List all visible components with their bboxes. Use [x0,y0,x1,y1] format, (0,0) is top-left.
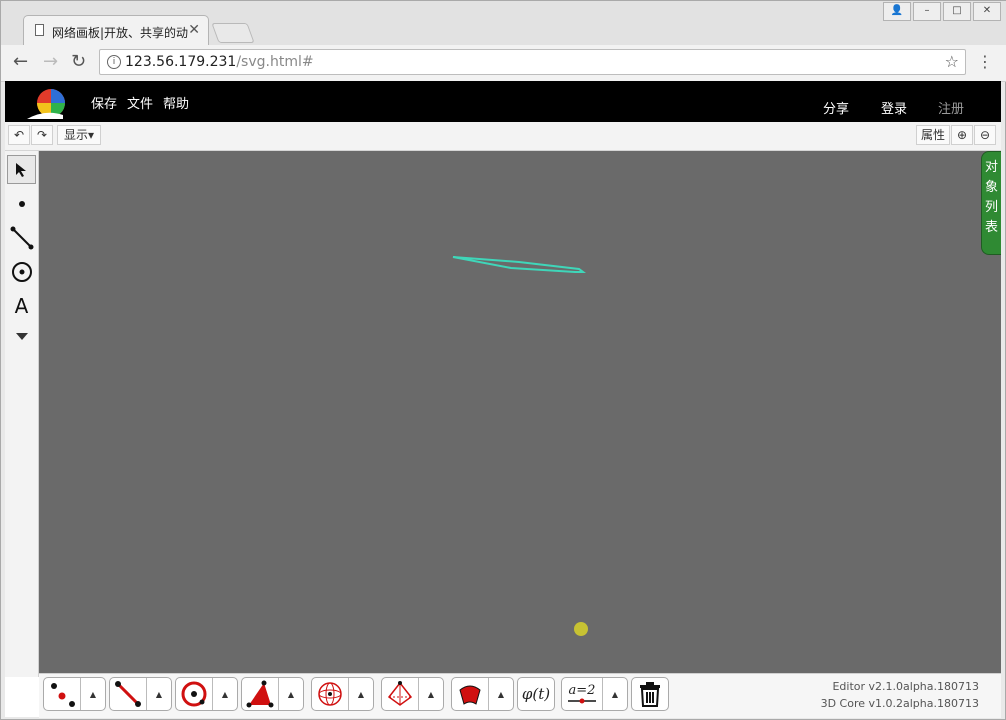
points-icon [51,683,75,707]
share-link[interactable]: 分享 [823,98,849,117]
app-root: 保存 文件 帮助 分享 登录 注册 ↶ ↷ 显示▾ 属性 ⊕ ⊖ A 对象列表 … [5,81,1001,718]
tab-close-icon[interactable]: ✕ [188,22,200,38]
zoom-in-icon[interactable]: ⊕ [951,125,973,145]
editor-version: Editor v2.1.0alpha.180713 [832,680,979,693]
curved-surface-tool-group[interactable]: ▲ [451,677,514,711]
main-menu: 保存 文件 帮助 [91,93,189,112]
polygon-dropdown[interactable]: ▲ [278,678,303,710]
circles-dropdown[interactable]: ▲ [212,678,237,710]
drawing-canvas[interactable]: 对象列表 [39,151,1001,677]
function-tool[interactable]: φ(t) [518,678,554,710]
pyramid-dropdown[interactable]: ▲ [418,678,443,710]
lines-tool[interactable] [110,678,146,710]
app-header: 保存 文件 帮助 分享 登录 注册 [5,81,1001,122]
canvas-drawing [452,256,588,636]
object-list-label: 对象列表 [984,160,998,235]
sub-toolbar: ↶ ↷ 显示▾ 属性 ⊕ ⊖ [5,122,1001,151]
points-tool-group[interactable]: ▲ [43,677,106,711]
object-list-tab[interactable]: 对象列表 [981,151,1001,255]
curved-surface-tool[interactable] [452,678,488,710]
close-window-button[interactable]: ✕ [973,2,1001,21]
url-input[interactable]: i 123.56.179.231/svg.html# ☆ [99,49,966,75]
circles-tool-group[interactable]: ▲ [175,677,238,711]
zoom-out-icon[interactable]: ⊖ [974,125,996,145]
minimize-button[interactable]: – [913,2,941,21]
display-dropdown[interactable]: 显示▾ [57,125,101,145]
segment-icon [10,226,33,249]
function-tool-group[interactable]: φ(t) [517,677,555,711]
info-icon[interactable]: i [107,55,121,69]
browser-window: 网络画板|开放、共享的动 ✕ 👤 – □ ✕ ← → ↻ i 123.56.17… [0,0,1006,720]
back-arrow-icon[interactable]: ← [13,51,28,73]
forward-arrow-icon[interactable]: → [43,51,58,73]
parameter-tool[interactable]: a=2 [562,678,602,710]
pyramid-tool[interactable] [382,678,418,710]
url-host: 123.56.179.231 [125,54,237,70]
yellow-point[interactable] [574,622,588,636]
left-toolbar: A [5,151,39,677]
page-icon [35,24,44,36]
circle-icon [11,261,32,282]
points-tool[interactable] [44,678,80,710]
points-dropdown[interactable]: ▲ [80,678,105,710]
parameter-label: a=2 [568,683,596,698]
delete-tool-group[interactable] [631,677,669,711]
select-tool[interactable] [7,155,36,184]
more-tools[interactable] [7,321,36,350]
slider-icon [568,698,596,704]
register-link[interactable]: 注册 [938,98,964,117]
point-icon [18,200,25,207]
maximize-button[interactable]: □ [943,2,971,21]
profile-icon[interactable]: 👤 [883,2,911,21]
line-segment-icon [115,681,141,707]
menu-help[interactable]: 帮助 [163,93,189,112]
bookmark-star-icon[interactable]: ☆ [945,52,959,71]
polygon-tool-group[interactable]: ▲ [241,677,304,711]
pyramid-icon [387,681,413,706]
delete-tool[interactable] [632,678,668,710]
circle-tool[interactable] [7,257,36,286]
login-link[interactable]: 登录 [881,98,907,117]
url-path: /svg.html# [236,54,314,70]
browser-menu-icon[interactable]: ⋮ [977,54,993,70]
parameter-tool-group[interactable]: a=2 ▲ [561,677,628,711]
polygon-tool[interactable] [242,678,278,710]
curved-surface-dropdown[interactable]: ▲ [488,678,513,710]
trash-icon [640,682,660,707]
arrow-pointer-icon [15,162,26,177]
bottom-toolbar: ▲ ▲ ▲ ▲ ▲ ▲ ▲ φ(t) a=2 ▲ Editor v2.1.0al… [39,673,1001,718]
address-bar: ← → ↻ i 123.56.179.231/svg.html# ☆ ⋮ [1,45,1006,82]
reload-icon[interactable]: ↻ [71,51,86,73]
text-tool[interactable]: A [7,291,36,320]
pyramid-tool-group[interactable]: ▲ [381,677,444,711]
lines-dropdown[interactable]: ▲ [146,678,171,710]
segment-tool[interactable] [7,223,36,252]
parallelogram-shape[interactable] [452,256,586,273]
circle-tool-icon [181,681,207,707]
polygon-icon [246,680,274,708]
point-tool[interactable] [7,189,36,218]
sphere-tool-group[interactable]: ▲ [311,677,374,711]
app-logo-icon [27,89,65,119]
sphere-icon [318,682,342,706]
curved-surface-icon [459,685,481,705]
tab-title: 网络画板|开放、共享的动 [52,26,189,40]
properties-button[interactable]: 属性 [916,125,950,145]
redo-button[interactable]: ↷ [31,125,53,145]
menu-file[interactable]: 文件 [127,93,153,112]
undo-button[interactable]: ↶ [8,125,30,145]
core-version: 3D Core v1.0.2alpha.180713 [820,697,979,710]
circles-tool[interactable] [176,678,212,710]
parameter-dropdown[interactable]: ▲ [602,678,627,710]
lines-tool-group[interactable]: ▲ [109,677,172,711]
url-text: 123.56.179.231/svg.html# [125,54,314,70]
menu-save[interactable]: 保存 [91,93,117,112]
caret-down-icon [15,332,28,340]
sphere-dropdown[interactable]: ▲ [348,678,373,710]
browser-tab[interactable]: 网络画板|开放、共享的动 ✕ [23,15,209,47]
tab-strip: 网络画板|开放、共享的动 ✕ 👤 – □ ✕ [1,1,1006,47]
new-tab-button[interactable] [211,23,255,43]
window-controls: 👤 – □ ✕ [883,2,1001,21]
sphere-tool[interactable] [312,678,348,710]
